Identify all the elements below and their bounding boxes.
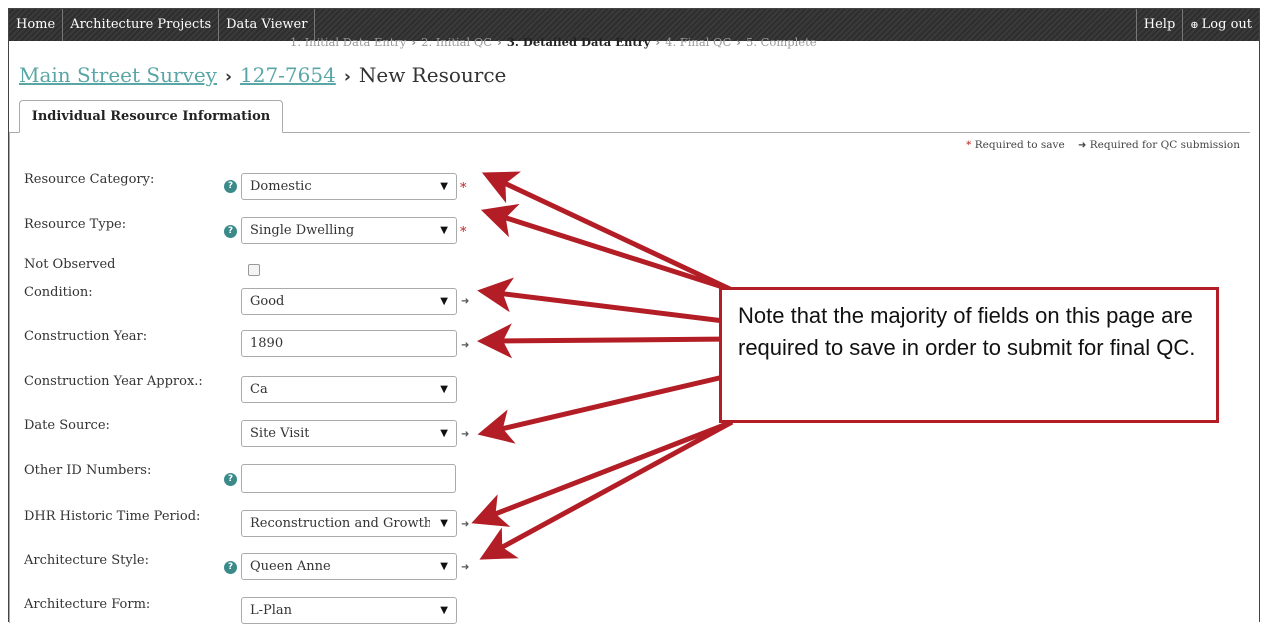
chevron-down-icon: ▼ bbox=[440, 605, 448, 616]
label-other-id-numbers: Other ID Numbers: bbox=[24, 463, 152, 478]
nav-home[interactable]: Home bbox=[9, 9, 64, 41]
qc-required-icon: ➜ bbox=[461, 340, 470, 351]
step-4: 4. Final QC bbox=[665, 35, 732, 49]
callout-text: Note that the majority of fields on this… bbox=[738, 303, 1196, 360]
label-construction-year-approx: Construction Year Approx.: bbox=[24, 374, 203, 389]
logout-label: Log out bbox=[1201, 17, 1252, 32]
qc-required-icon: ➜ bbox=[1078, 140, 1087, 151]
legend-required-qc: Required for QC submission bbox=[1089, 139, 1240, 151]
step-5: 5. Complete bbox=[746, 35, 817, 49]
chevron-right-icon: › bbox=[655, 35, 661, 49]
required-star-icon: * bbox=[460, 225, 467, 240]
help-icon[interactable]: ? bbox=[224, 473, 237, 486]
breadcrumb-resource-link[interactable]: 127-7654 bbox=[240, 63, 336, 87]
workflow-steps: 1. Initial Data Entry › 2. Initial QC › 3. D… bbox=[290, 35, 817, 49]
chevron-down-icon: ▼ bbox=[440, 518, 448, 529]
step-1: 1. Initial Data Entry bbox=[290, 35, 407, 49]
label-condition: Condition: bbox=[24, 285, 93, 300]
chevron-down-icon: ▼ bbox=[440, 225, 448, 236]
chevron-down-icon: ▼ bbox=[440, 296, 448, 307]
label-architecture-style: Architecture Style: bbox=[24, 553, 149, 568]
label-date-source: Date Source: bbox=[24, 418, 110, 433]
dhr-time-period-select[interactable]: Reconstruction and Growth ▼ bbox=[241, 510, 457, 537]
qc-required-icon: ➜ bbox=[461, 429, 470, 440]
other-id-numbers-input[interactable] bbox=[241, 464, 456, 493]
chevron-down-icon: ▼ bbox=[440, 428, 448, 439]
label-resource-category: Resource Category: bbox=[24, 172, 155, 187]
date-source-select[interactable]: Site Visit ▼ bbox=[241, 420, 457, 447]
nav-architecture-projects[interactable]: Architecture Projects bbox=[63, 9, 220, 41]
qc-required-icon: ➜ bbox=[461, 519, 470, 530]
chevron-right-icon: › bbox=[736, 35, 741, 49]
logout-icon: ⊕ bbox=[1190, 20, 1199, 31]
construction-year-approx-select[interactable]: Ca ▼ bbox=[241, 376, 457, 403]
help-icon[interactable]: ? bbox=[224, 225, 237, 238]
breadcrumb: Main Street Survey › 127-7654 › New Resource bbox=[19, 63, 506, 87]
label-not-observed: Not Observed bbox=[24, 257, 116, 272]
chevron-right-icon: › bbox=[497, 35, 502, 49]
step-3-current: 3. Detailed Data Entry bbox=[506, 35, 651, 49]
nav-help[interactable]: Help bbox=[1135, 9, 1183, 41]
tab-individual-resource-information[interactable]: Individual Resource Information bbox=[19, 100, 283, 133]
architecture-form-select[interactable]: L-Plan ▼ bbox=[241, 597, 457, 624]
help-icon[interactable]: ? bbox=[224, 561, 237, 574]
label-architecture-form: Architecture Form: bbox=[24, 597, 151, 612]
chevron-right-icon: › bbox=[224, 67, 232, 87]
construction-year-input[interactable]: 1890 bbox=[241, 330, 457, 357]
label-resource-type: Resource Type: bbox=[24, 217, 127, 232]
label-construction-year: Construction Year: bbox=[24, 329, 148, 344]
label-dhr-time-period: DHR Historic Time Period: bbox=[24, 509, 201, 524]
breadcrumb-survey-link[interactable]: Main Street Survey bbox=[19, 63, 217, 87]
chevron-right-icon: › bbox=[343, 67, 351, 87]
chevron-down-icon: ▼ bbox=[440, 561, 448, 572]
chevron-down-icon: ▼ bbox=[440, 181, 448, 192]
required-star-icon: * bbox=[460, 181, 467, 196]
breadcrumb-current: New Resource bbox=[358, 63, 507, 87]
qc-required-icon: ➜ bbox=[461, 562, 470, 573]
not-observed-checkbox[interactable] bbox=[248, 264, 260, 276]
help-icon[interactable]: ? bbox=[224, 180, 237, 193]
condition-select[interactable]: Good ▼ bbox=[241, 288, 457, 315]
resource-type-select[interactable]: Single Dwelling ▼ bbox=[241, 217, 457, 244]
required-star-icon: * bbox=[966, 139, 972, 151]
legend-required-save: Required to save bbox=[974, 139, 1065, 151]
qc-required-icon: ➜ bbox=[461, 296, 470, 307]
annotation-callout: Note that the majority of fields on this… bbox=[719, 287, 1219, 423]
chevron-down-icon: ▼ bbox=[440, 384, 448, 395]
architecture-style-select[interactable]: Queen Anne ▼ bbox=[241, 553, 457, 580]
required-legend: * Required to save ➜ Required for QC sub… bbox=[966, 139, 1240, 151]
step-2: 2. Initial QC bbox=[421, 35, 493, 49]
chevron-right-icon: › bbox=[411, 35, 417, 49]
nav-logout[interactable]: ⊕ Log out bbox=[1182, 9, 1259, 41]
resource-category-select[interactable]: Domestic ▼ bbox=[241, 173, 457, 200]
